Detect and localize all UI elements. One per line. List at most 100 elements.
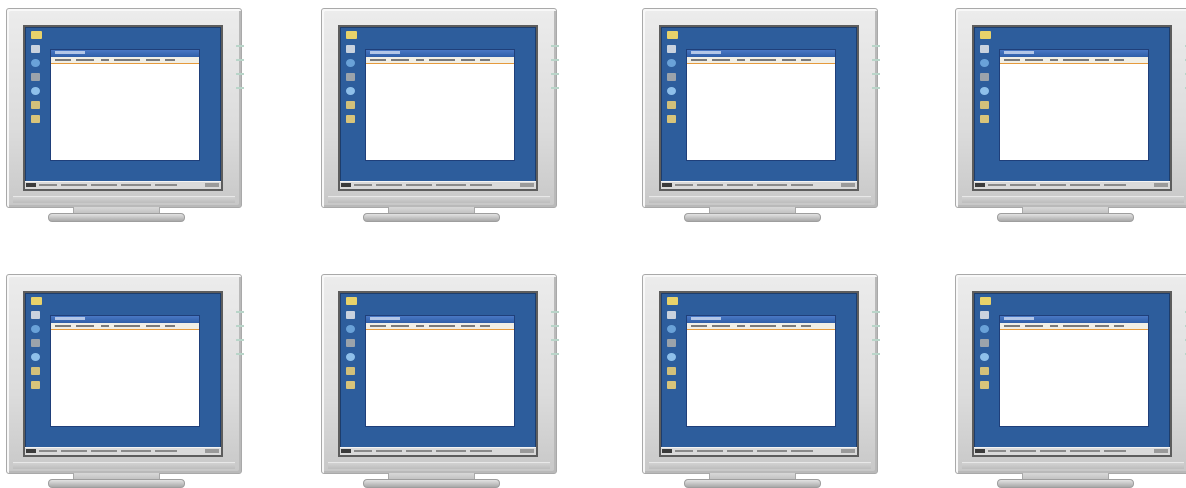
taskbar-item[interactable] [121,184,151,186]
taskbar-item[interactable] [155,450,177,452]
search-icon[interactable] [31,353,40,361]
toolbar-item[interactable] [114,59,140,61]
taskbar-item[interactable] [791,184,813,186]
taskbar-item[interactable] [727,450,753,452]
mail-icon[interactable] [980,101,989,109]
toolbar-item[interactable] [782,59,796,61]
toolbar-item[interactable] [165,59,175,61]
toolbar-item[interactable] [782,325,796,327]
toolbar-item[interactable] [737,59,745,61]
toolbar-item[interactable] [114,325,140,327]
taskbar-item[interactable] [406,450,432,452]
taskbar-item[interactable] [61,450,87,452]
taskbar-item[interactable] [39,184,57,186]
search-icon[interactable] [980,87,989,95]
toolbar-item[interactable] [76,325,94,327]
globe-icon[interactable] [31,325,40,333]
app-window[interactable] [50,315,200,427]
taskbar-item[interactable] [61,184,87,186]
taskbar-item[interactable] [697,184,723,186]
app-window[interactable] [686,49,836,161]
search-icon[interactable] [980,353,989,361]
taskbar-item[interactable] [376,450,402,452]
toolbar-item[interactable] [101,325,109,327]
toolbar-item[interactable] [416,325,424,327]
mail-icon[interactable] [980,367,989,375]
taskbar-item[interactable] [436,184,466,186]
computer-icon[interactable] [346,311,355,319]
taskbar-item[interactable] [727,184,753,186]
taskbar-item[interactable] [155,184,177,186]
app-window[interactable] [999,315,1149,427]
taskbar-item[interactable] [675,450,693,452]
taskbar-item[interactable] [1010,184,1036,186]
app-window[interactable] [686,315,836,427]
printer-icon[interactable] [980,73,989,81]
taskbar-item[interactable] [1040,450,1066,452]
printer-icon[interactable] [980,339,989,347]
toolbar-item[interactable] [1004,59,1020,61]
folder-icon[interactable] [31,31,42,39]
folder-icon[interactable] [667,31,678,39]
start-button[interactable] [975,449,985,453]
window-titlebar[interactable] [366,316,514,332]
folder-icon[interactable] [667,297,678,305]
mail-icon[interactable] [346,367,355,375]
computer-icon[interactable] [667,311,676,319]
toolbar-item[interactable] [691,59,707,61]
window-titlebar[interactable] [51,316,199,332]
toolbar-item[interactable] [712,59,730,61]
toolbar-item[interactable] [712,325,730,327]
toolbar-item[interactable] [55,59,71,61]
printer-icon[interactable] [31,73,40,81]
app-window[interactable] [365,49,515,161]
toolbar-item[interactable] [146,325,160,327]
search-icon[interactable] [346,87,355,95]
taskbar-item[interactable] [1104,184,1126,186]
start-button[interactable] [26,449,36,453]
document-icon[interactable] [667,381,676,389]
taskbar-item[interactable] [39,450,57,452]
toolbar-item[interactable] [691,325,707,327]
toolbar-item[interactable] [461,59,475,61]
start-button[interactable] [975,183,985,187]
toolbar-item[interactable] [429,325,455,327]
search-icon[interactable] [667,353,676,361]
printer-icon[interactable] [346,73,355,81]
mail-icon[interactable] [667,101,676,109]
taskbar-item[interactable] [1070,184,1100,186]
search-icon[interactable] [31,87,40,95]
computer-icon[interactable] [31,45,40,53]
toolbar-item[interactable] [1050,325,1058,327]
window-titlebar[interactable] [1000,316,1148,332]
folder-icon[interactable] [31,297,42,305]
app-window[interactable] [50,49,200,161]
toolbar-item[interactable] [1095,325,1109,327]
toolbar-item[interactable] [801,325,811,327]
start-button[interactable] [341,449,351,453]
toolbar-item[interactable] [461,325,475,327]
document-icon[interactable] [346,115,355,123]
document-icon[interactable] [31,115,40,123]
toolbar-item[interactable] [416,59,424,61]
search-icon[interactable] [346,353,355,361]
taskbar-item[interactable] [406,184,432,186]
globe-icon[interactable] [667,325,676,333]
computer-icon[interactable] [667,45,676,53]
toolbar-item[interactable] [750,59,776,61]
window-titlebar[interactable] [366,50,514,66]
toolbar-item[interactable] [1114,325,1124,327]
computer-icon[interactable] [980,311,989,319]
toolbar-item[interactable] [1025,59,1043,61]
folder-icon[interactable] [346,31,357,39]
toolbar-item[interactable] [1004,325,1020,327]
globe-icon[interactable] [980,325,989,333]
toolbar-item[interactable] [101,59,109,61]
toolbar-item[interactable] [1063,59,1089,61]
printer-icon[interactable] [31,339,40,347]
toolbar-item[interactable] [750,325,776,327]
taskbar-item[interactable] [91,450,117,452]
mail-icon[interactable] [667,367,676,375]
taskbar-item[interactable] [470,450,492,452]
taskbar-item[interactable] [757,184,787,186]
